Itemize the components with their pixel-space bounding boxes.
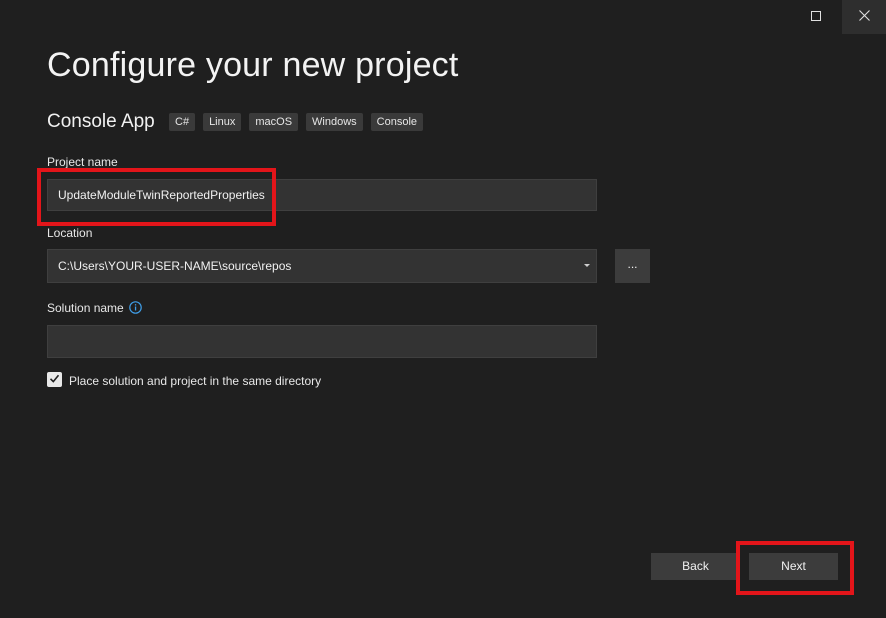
- page-title: Configure your new project: [47, 46, 459, 84]
- template-tags: C# Linux macOS Windows Console: [169, 113, 424, 131]
- solution-name-label: Solution name: [47, 301, 124, 315]
- project-name-highlight: [37, 168, 276, 226]
- back-button[interactable]: Back: [651, 553, 740, 580]
- location-value: C:\Users\YOUR-USER-NAME\source\repos: [58, 259, 292, 273]
- location-label: Location: [47, 226, 93, 240]
- same-directory-checkbox[interactable]: [47, 372, 62, 387]
- tag-windows: Windows: [306, 113, 363, 131]
- tag-linux: Linux: [203, 113, 242, 131]
- browse-button[interactable]: ...: [615, 249, 650, 283]
- checkmark-icon: [49, 371, 60, 389]
- maximize-icon: [811, 8, 821, 26]
- next-highlight: [736, 541, 854, 595]
- template-name: Console App: [47, 111, 155, 132]
- close-button[interactable]: [842, 0, 886, 34]
- close-icon: [858, 8, 870, 26]
- solution-name-input[interactable]: [47, 325, 597, 358]
- tag-macos: macOS: [249, 113, 299, 131]
- same-directory-label: Place solution and project in the same d…: [69, 374, 322, 388]
- maximize-button[interactable]: [794, 0, 838, 34]
- tag-console: Console: [370, 113, 424, 131]
- chevron-down-icon[interactable]: [584, 264, 590, 267]
- location-combobox[interactable]: C:\Users\YOUR-USER-NAME\source\repos: [47, 249, 597, 283]
- tag-csharp: C#: [169, 113, 196, 131]
- info-icon[interactable]: [129, 301, 142, 319]
- project-name-label: Project name: [47, 155, 118, 169]
